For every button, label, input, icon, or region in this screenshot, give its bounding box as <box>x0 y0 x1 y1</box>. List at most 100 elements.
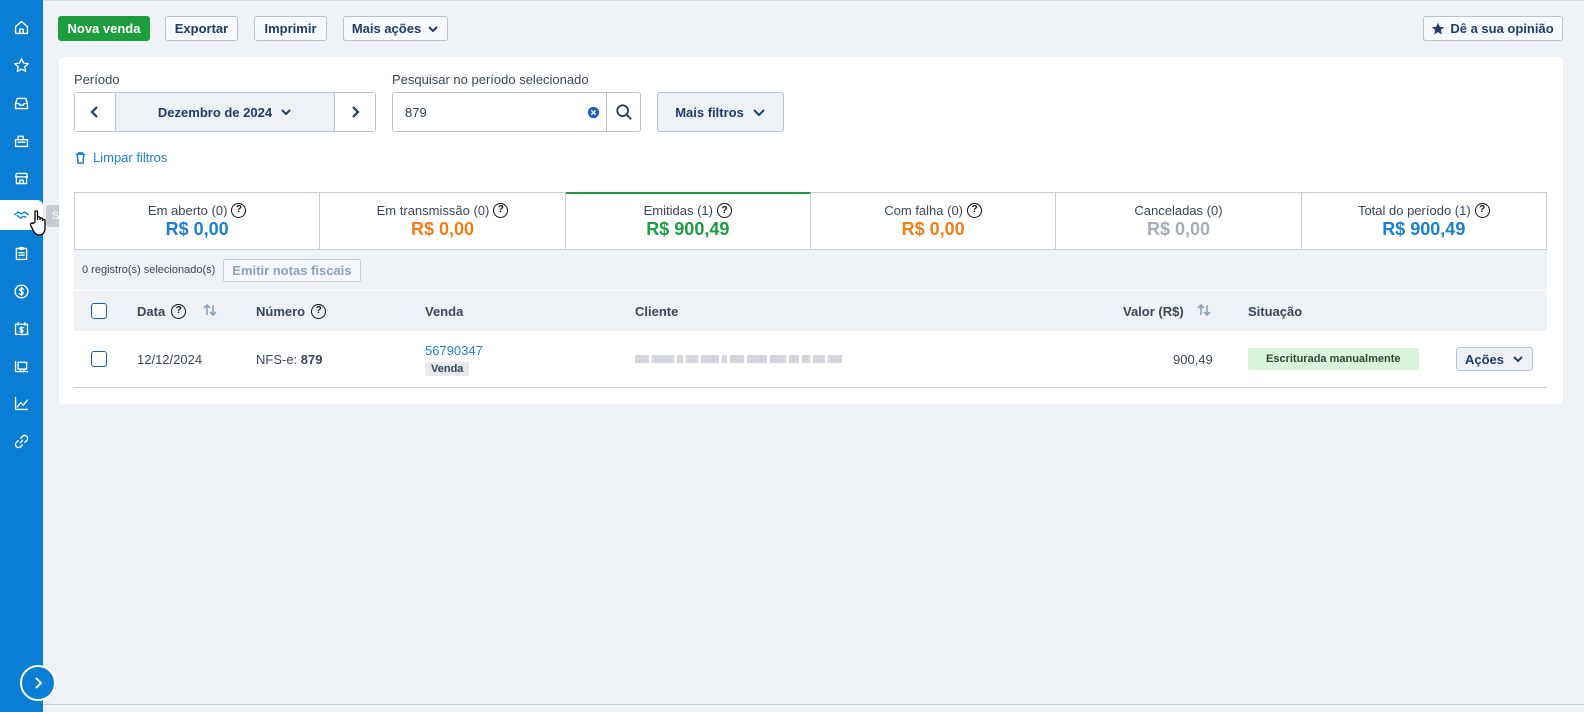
summary-title: Total do período (1) <box>1357 202 1471 218</box>
row-status: Escriturada manualmente <box>1248 331 1419 387</box>
sidebar-item-catalog[interactable] <box>0 351 43 381</box>
sort-icon <box>1197 303 1211 316</box>
column-number: Número ? <box>256 291 327 331</box>
status-badge: Escriturada manualmente <box>1248 348 1419 370</box>
trash-icon <box>75 152 86 164</box>
sidebar <box>0 0 56 712</box>
summary-open[interactable]: Em aberto (0)? R$ 0,00 <box>75 193 321 249</box>
row-actions-label: Ações <box>1465 351 1505 367</box>
top-divider <box>43 0 1584 1</box>
summary-value: R$ 0,00 <box>165 218 229 239</box>
period-selector: Dezembro de 2024 <box>74 92 376 132</box>
chevron-right-icon <box>35 677 43 689</box>
summary-cancelled[interactable]: Canceladas (0) R$ 0,00 <box>1056 193 1302 249</box>
clear-filters-label: Limpar filtros <box>93 150 168 165</box>
help-icon[interactable]: ? <box>231 202 247 218</box>
sidebar-item-invoices[interactable] <box>0 313 43 343</box>
sidebar-item-orders[interactable] <box>0 238 43 268</box>
sidebar-item-integrations[interactable] <box>0 426 43 456</box>
summary-title: Canceladas (0) <box>1134 202 1223 218</box>
row-client-redacted <box>635 331 842 387</box>
more-filters-label: Mais filtros <box>675 104 744 120</box>
sidebar-item-pdv[interactable] <box>0 125 43 155</box>
summary-value: R$ 0,00 <box>901 218 965 239</box>
summary-tabs: Em aberto (0)? R$ 0,00 Em transmissão (0… <box>74 192 1547 250</box>
column-client: Cliente <box>635 291 678 331</box>
clipboard-icon <box>15 246 28 260</box>
feedback-button[interactable]: Dê a sua opinião <box>1423 16 1563 41</box>
search-clear-button[interactable] <box>581 93 606 131</box>
invoice-icon <box>14 321 29 335</box>
search-input[interactable] <box>393 93 581 131</box>
new-sale-button[interactable]: Nova venda <box>58 16 150 41</box>
period-next-button[interactable] <box>335 93 375 131</box>
select-all-checkbox[interactable] <box>91 303 107 319</box>
column-value: Valor (R$) <box>1123 291 1212 331</box>
period-dropdown[interactable]: Dezembro de 2024 <box>115 93 335 131</box>
selection-count: 0 registro(s) selecionado(s) <box>82 264 216 276</box>
help-icon[interactable]: ? <box>717 203 732 218</box>
row-date: 12/12/2024 <box>137 351 203 367</box>
redacted-client-name <box>635 355 842 363</box>
search-button[interactable] <box>606 93 640 131</box>
sidebar-item-store[interactable] <box>0 163 43 193</box>
summary-value: R$ 900,49 <box>646 219 730 239</box>
search-icon <box>615 104 632 120</box>
summary-failed[interactable]: Com falha (0)? R$ 0,00 <box>811 193 1057 249</box>
inbox-icon <box>14 97 29 109</box>
help-icon[interactable]: ? <box>1474 202 1490 218</box>
star-filled-icon <box>1432 22 1445 34</box>
sort-value-button[interactable] <box>1196 302 1212 321</box>
row-number-value: 879 <box>300 351 323 367</box>
table-row[interactable]: 12/12/2024 NFS-e: 879 56790347 Venda 900… <box>74 331 1547 388</box>
summary-transmitting[interactable]: Em transmissão (0)? R$ 0,00 <box>320 193 566 249</box>
sale-link[interactable]: 56790347 <box>425 343 483 358</box>
sort-icon <box>203 303 217 316</box>
sidebar-item-favorites[interactable] <box>0 50 43 80</box>
help-icon[interactable]: ? <box>967 202 983 218</box>
summary-issued[interactable]: Emitidas (1)? R$ 900,49 <box>565 192 811 249</box>
chevron-down-icon <box>281 109 291 116</box>
hand-cursor-icon <box>29 210 46 236</box>
row-checkbox-cell <box>91 331 107 387</box>
chevron-down-icon <box>753 109 765 117</box>
sidebar-item-finance[interactable] <box>0 276 43 306</box>
emit-invoices-button[interactable]: Emitir notas fiscais <box>223 258 361 282</box>
sidebar-item-home[interactable] <box>0 12 43 42</box>
bottom-divider <box>43 704 1584 705</box>
summary-total[interactable]: Total do período (1)? R$ 900,49 <box>1302 193 1546 249</box>
sidebar-item-reports[interactable] <box>0 388 43 418</box>
summary-title: Em transmissão (0) <box>376 202 490 218</box>
print-button[interactable]: Imprimir <box>254 16 327 41</box>
row-number-prefix: NFS-e: <box>256 351 301 367</box>
more-filters-button[interactable]: Mais filtros <box>657 92 784 132</box>
sidebar-expand-button[interactable] <box>20 665 56 701</box>
period-prev-button[interactable] <box>75 93 115 131</box>
home-icon <box>14 20 29 34</box>
help-icon[interactable]: ? <box>311 303 327 319</box>
column-status: Situação <box>1248 291 1302 331</box>
row-checkbox[interactable] <box>91 351 107 367</box>
link-icon <box>14 434 29 448</box>
row-actions-button[interactable]: Ações <box>1456 347 1534 371</box>
dollar-icon <box>14 283 29 299</box>
sort-date-button[interactable] <box>202 302 218 321</box>
more-actions-button[interactable]: Mais ações <box>343 16 448 41</box>
chevron-down-icon <box>428 25 438 32</box>
more-actions-label: Mais ações <box>351 21 422 36</box>
row-number: NFS-e: 879 <box>256 331 323 387</box>
chart-icon <box>14 396 29 410</box>
clear-filters-link[interactable]: Limpar filtros <box>74 150 167 165</box>
store-icon <box>14 172 29 184</box>
summary-title: Em aberto (0) <box>147 202 228 218</box>
column-number-label: Número <box>256 303 306 319</box>
column-status-label: Situação <box>1248 303 1303 319</box>
export-button[interactable]: Exportar <box>165 16 238 41</box>
help-icon[interactable]: ? <box>171 303 187 319</box>
column-date: Data ? <box>137 291 218 331</box>
summary-title: Com falha (0) <box>884 202 964 218</box>
help-icon[interactable]: ? <box>493 202 509 218</box>
sidebar-item-inbox[interactable] <box>0 88 43 118</box>
search-box <box>392 92 641 132</box>
summary-title: Emitidas (1) <box>643 203 713 218</box>
